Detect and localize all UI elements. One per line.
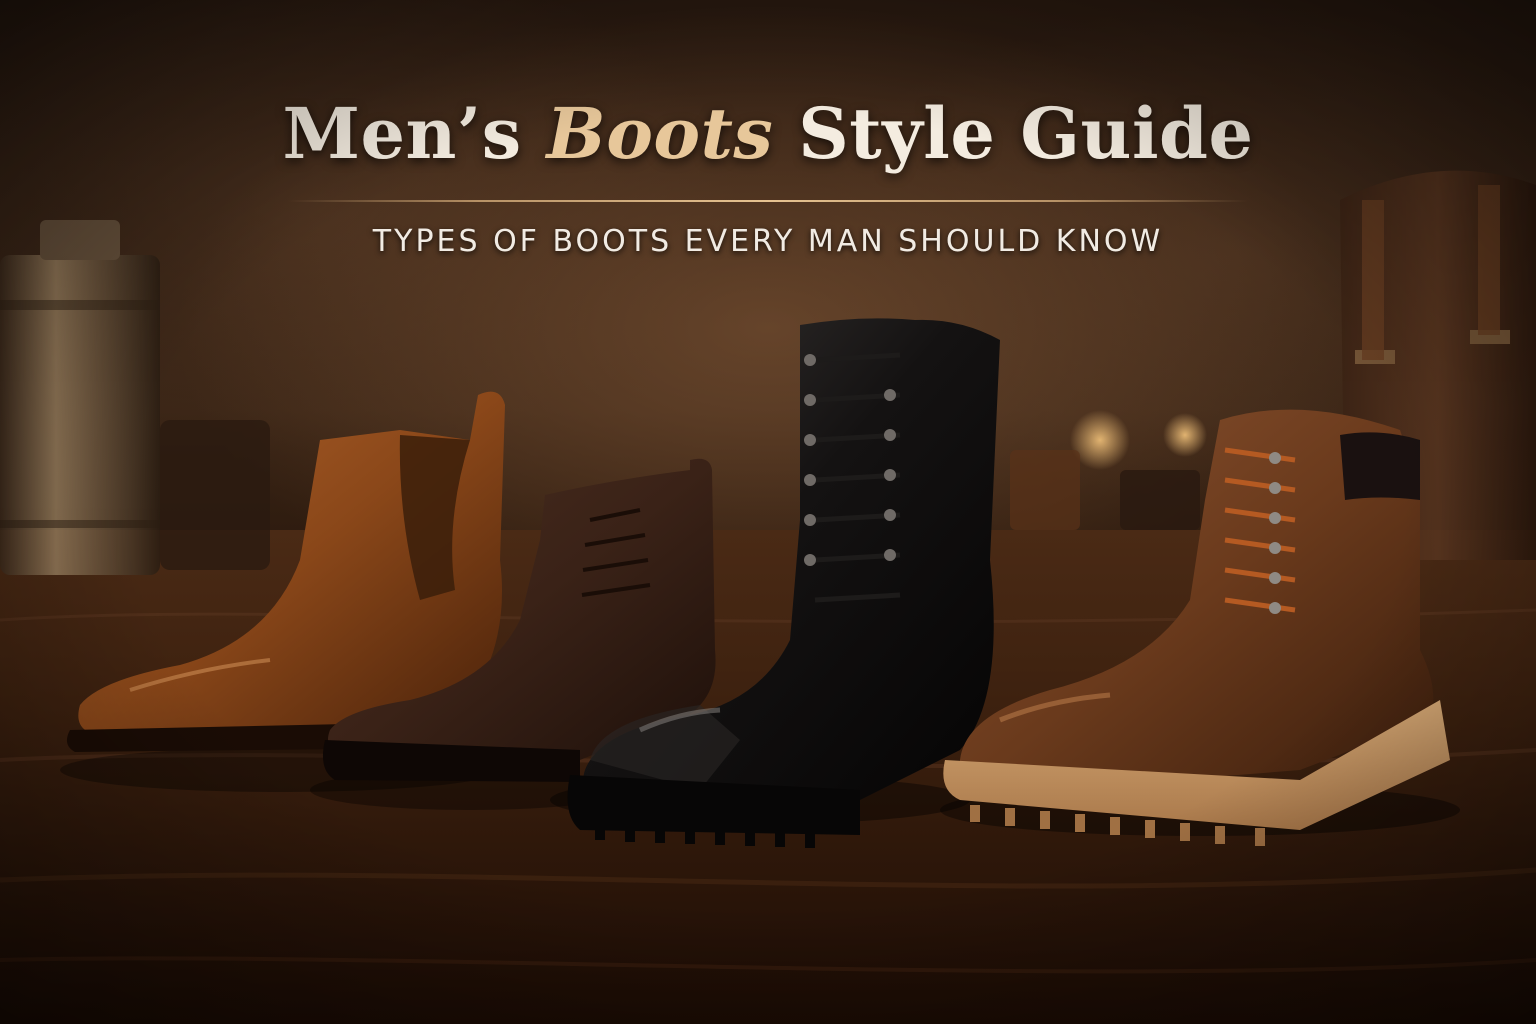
boots-illustration	[60, 318, 1460, 848]
brown-leather-lace-up-work-boot	[943, 409, 1450, 846]
boots-style-guide-banner: Men’s Boots Style Guide TYPES OF BOOTS E…	[0, 0, 1536, 1024]
